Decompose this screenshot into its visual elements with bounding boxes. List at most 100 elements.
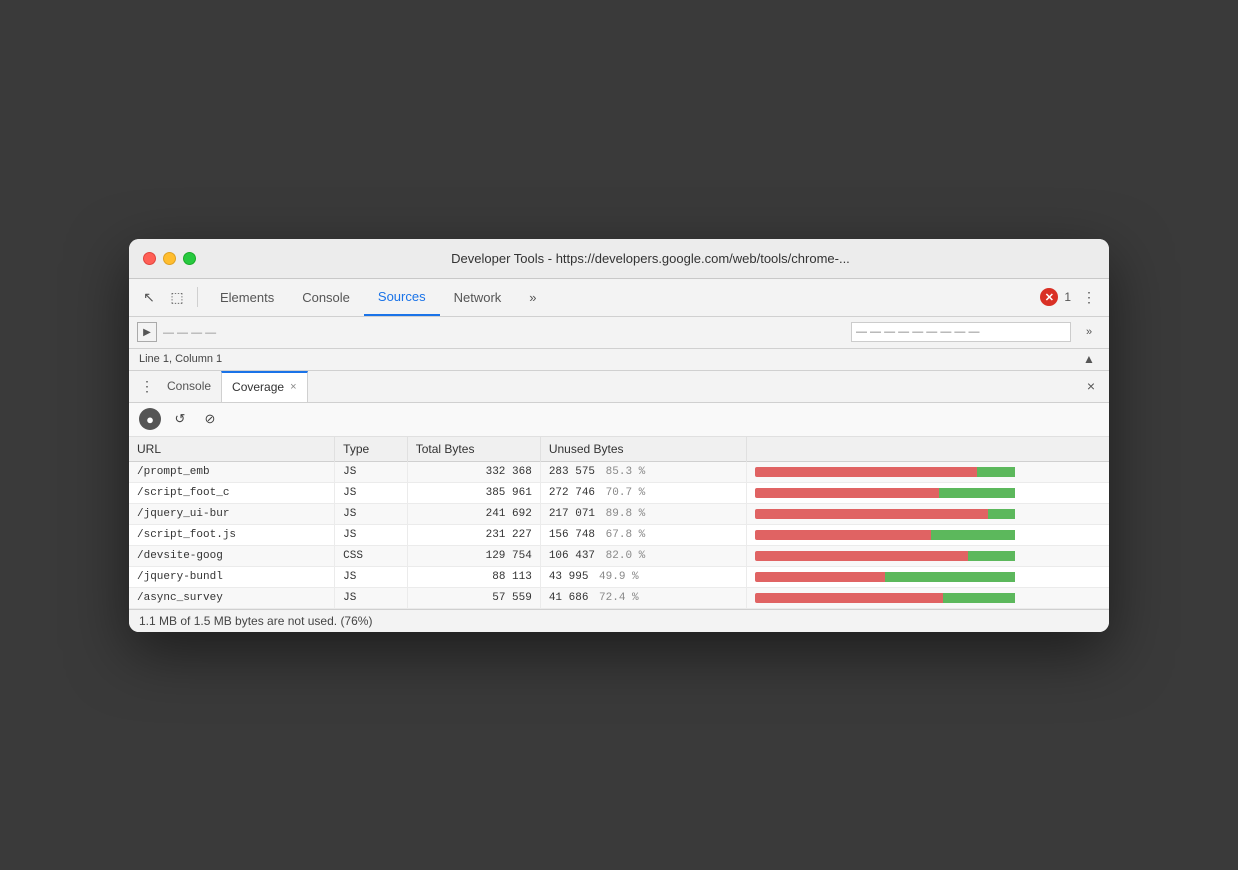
cell-bar — [746, 587, 1109, 608]
cursor-icon[interactable]: ↖ — [137, 285, 161, 309]
minimize-button[interactable] — [163, 252, 176, 265]
footer-text: 1.1 MB of 1.5 MB bytes are not used. (76… — [139, 614, 372, 628]
devtools-toolbar: ↖ ⬚ Elements Console Sources Network » ✕… — [129, 279, 1109, 317]
table-row[interactable]: /script_foot.js JS 231 227 156 748 67.8 … — [129, 524, 1109, 545]
bar-used — [885, 572, 1015, 582]
cell-bar — [746, 545, 1109, 566]
col-url[interactable]: URL — [129, 437, 335, 462]
cell-bar — [746, 524, 1109, 545]
tab-console[interactable]: Console — [288, 279, 364, 316]
cell-total: 231 227 — [407, 524, 540, 545]
col-unused[interactable]: Unused Bytes — [540, 437, 746, 462]
table-row[interactable]: /async_survey JS 57 559 41 686 72.4 % — [129, 587, 1109, 608]
cell-unused: 41 686 72.4 % — [540, 587, 746, 608]
search-input[interactable] — [851, 322, 1071, 342]
cell-url: /script_foot_c — [129, 482, 335, 503]
breadcrumb-text: — — — — — [163, 327, 216, 339]
bar-unused — [755, 467, 977, 477]
devtools-window: Developer Tools - https://developers.goo… — [129, 239, 1109, 632]
error-count: 1 — [1064, 290, 1071, 304]
traffic-lights — [143, 252, 196, 265]
cell-type: JS — [335, 587, 408, 608]
cell-unused: 217 071 89.8 % — [540, 503, 746, 524]
bar-unused — [755, 488, 939, 498]
cell-unused: 43 995 49.9 % — [540, 566, 746, 587]
cell-total: 57 559 — [407, 587, 540, 608]
unused-num: 106 437 — [549, 550, 595, 562]
tab-more[interactable]: » — [515, 279, 550, 316]
panel-close-icon[interactable]: × — [1081, 376, 1101, 396]
panel-menu-icon[interactable]: ⋮ — [137, 376, 157, 396]
cell-unused: 283 575 85.3 % — [540, 461, 746, 482]
maximize-button[interactable] — [183, 252, 196, 265]
cell-type: JS — [335, 461, 408, 482]
tab-elements[interactable]: Elements — [206, 279, 288, 316]
more-options-icon[interactable]: ⋮ — [1077, 285, 1101, 309]
cell-total: 88 113 — [407, 566, 540, 587]
cell-total: 129 754 — [407, 545, 540, 566]
main-tab-nav: Elements Console Sources Network » — [206, 279, 1036, 316]
tab-coverage-panel[interactable]: Coverage × — [221, 371, 307, 402]
cell-total: 385 961 — [407, 482, 540, 503]
unused-pct: 72.4 % — [599, 592, 639, 604]
coverage-tab-close[interactable]: × — [290, 381, 296, 393]
tab-console-panel[interactable]: Console — [157, 371, 221, 402]
cell-url: /async_survey — [129, 587, 335, 608]
cell-url: /prompt_emb — [129, 461, 335, 482]
tab-network[interactable]: Network — [440, 279, 516, 316]
close-button[interactable] — [143, 252, 156, 265]
table-row[interactable]: /script_foot_c JS 385 961 272 746 70.7 % — [129, 482, 1109, 503]
col-type[interactable]: Type — [335, 437, 408, 462]
table-header-row: URL Type Total Bytes Unused Bytes — [129, 437, 1109, 462]
table-row[interactable]: /jquery_ui-bur JS 241 692 217 071 89.8 % — [129, 503, 1109, 524]
table-row[interactable]: /devsite-goog CSS 129 754 106 437 82.0 % — [129, 545, 1109, 566]
coverage-toolbar: ● ↺ ⊘ — [129, 403, 1109, 437]
cell-url: /jquery_ui-bur — [129, 503, 335, 524]
col-bar — [746, 437, 1109, 462]
col-total[interactable]: Total Bytes — [407, 437, 540, 462]
usage-bar — [755, 572, 1102, 582]
title-bar: Developer Tools - https://developers.goo… — [129, 239, 1109, 279]
cell-url: /script_foot.js — [129, 524, 335, 545]
coverage-table: URL Type Total Bytes Unused Bytes /promp… — [129, 437, 1109, 609]
collapse-icon[interactable]: ▲ — [1079, 349, 1099, 369]
unused-num: 283 575 — [549, 466, 595, 478]
usage-bar — [755, 530, 1102, 540]
cell-type: JS — [335, 503, 408, 524]
cell-bar — [746, 461, 1109, 482]
secondary-toolbar: ▶ — — — — » — [129, 317, 1109, 349]
cell-type: JS — [335, 482, 408, 503]
cell-url: /devsite-goog — [129, 545, 335, 566]
cell-bar — [746, 482, 1109, 503]
stop-button[interactable]: ⊘ — [199, 408, 221, 430]
usage-bar — [755, 551, 1102, 561]
cell-bar — [746, 566, 1109, 587]
inspect-icon[interactable]: ⬚ — [165, 285, 189, 309]
bar-unused — [755, 530, 931, 540]
status-bar: Line 1, Column 1 ▲ — [129, 349, 1109, 371]
bar-unused — [755, 572, 885, 582]
table-row[interactable]: /prompt_emb JS 332 368 283 575 85.3 % — [129, 461, 1109, 482]
unused-pct: 82.0 % — [606, 550, 646, 562]
usage-bar — [755, 467, 1102, 477]
record-button[interactable]: ● — [139, 408, 161, 430]
cell-type: JS — [335, 524, 408, 545]
unused-pct: 89.8 % — [606, 508, 646, 520]
cell-url: /jquery-bundl — [129, 566, 335, 587]
bar-used — [943, 593, 1015, 603]
unused-pct: 49.9 % — [599, 571, 639, 583]
table-row[interactable]: /jquery-bundl JS 88 113 43 995 49.9 % — [129, 566, 1109, 587]
bar-unused — [755, 593, 943, 603]
play-icon[interactable]: ▶ — [137, 322, 157, 342]
bar-unused — [755, 509, 988, 519]
cell-unused: 272 746 70.7 % — [540, 482, 746, 503]
bar-unused — [755, 551, 968, 561]
refresh-button[interactable]: ↺ — [169, 408, 191, 430]
tab-sources[interactable]: Sources — [364, 279, 440, 316]
toolbar-divider — [197, 287, 198, 307]
bar-used — [988, 509, 1015, 519]
footer-bar: 1.1 MB of 1.5 MB bytes are not used. (76… — [129, 609, 1109, 632]
expand-icon[interactable]: » — [1077, 320, 1101, 344]
usage-bar — [755, 509, 1102, 519]
unused-num: 43 995 — [549, 571, 589, 583]
